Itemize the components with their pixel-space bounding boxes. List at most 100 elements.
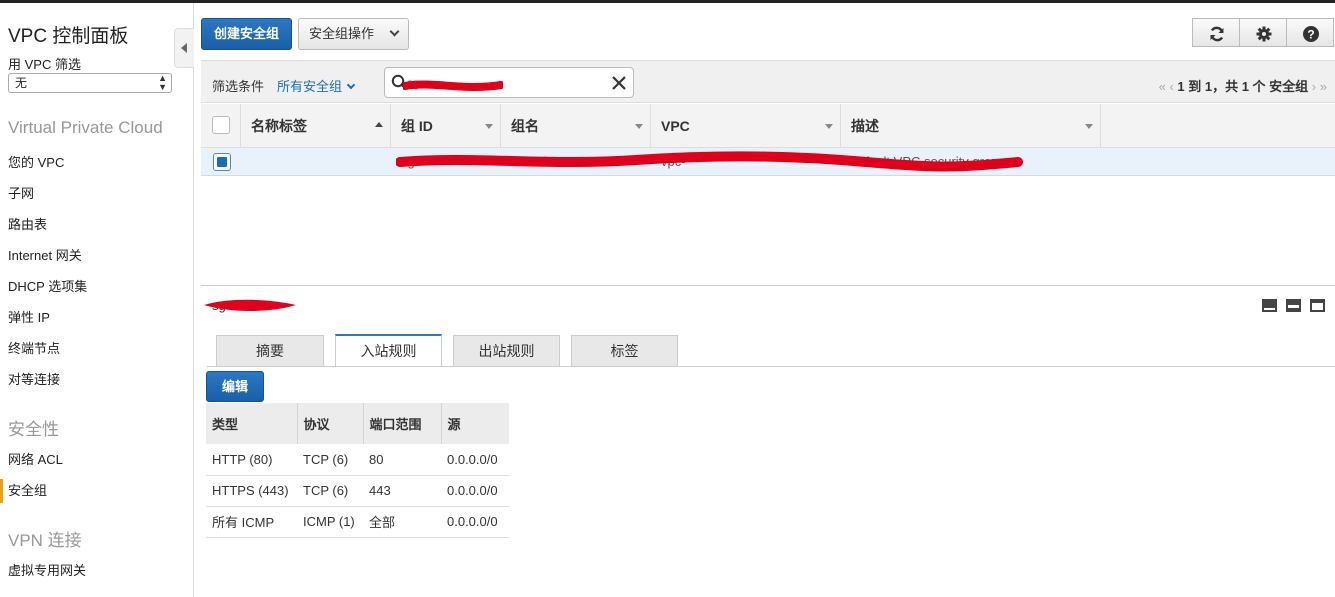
refresh-button[interactable]	[1192, 18, 1240, 47]
rule-protocol: TCP (6)	[297, 444, 363, 476]
search-value: sg-	[407, 76, 424, 90]
col-description-label: 描述	[851, 118, 879, 134]
table-header: 名称标签 组 ID 组名 VPC 描述	[201, 104, 1335, 148]
help-button[interactable]: ?	[1286, 18, 1334, 47]
search-input[interactable]: sg-	[384, 67, 634, 98]
vpc-filter-label: 用 VPC 筛选	[8, 57, 81, 72]
sidebar-item-elastic-ips[interactable]: 弹性 IP	[8, 307, 50, 326]
rule-port-range: 443	[363, 475, 441, 507]
sidebar-title[interactable]: VPC 控制面板	[8, 21, 128, 48]
svg-text:?: ?	[1307, 28, 1314, 42]
col-vpc-label: VPC	[661, 118, 690, 134]
rules-col-source: 源	[441, 403, 509, 444]
sort-icon	[1085, 124, 1093, 129]
tab-summary[interactable]: 摘要	[216, 335, 324, 366]
chevron-down-icon	[346, 80, 356, 90]
create-security-group-button[interactable]: 创建安全组	[201, 18, 292, 50]
sidebar-item-endpoints[interactable]: 终端节点	[8, 338, 60, 357]
rules-col-protocol: 协议	[297, 403, 364, 444]
tab-tags[interactable]: 标签	[571, 335, 678, 366]
cell-group-name: default	[511, 154, 551, 169]
next-page-icon[interactable]: ›	[1312, 79, 1316, 94]
rule-row: 所有 ICMP ICMP (1) 全部 0.0.0.0/0	[206, 506, 509, 538]
col-group-id-label: 组 ID	[401, 118, 433, 134]
rule-row: HTTP (80) TCP (6) 80 0.0.0.0/0	[206, 444, 509, 476]
layout-full-icon[interactable]	[1310, 299, 1325, 312]
vpc-filter-value: 无	[15, 76, 28, 90]
sidebar-item-network-acls[interactable]: 网络 ACL	[8, 449, 63, 468]
cell-description: default VPC security group	[851, 154, 1006, 169]
sidebar-item-dhcp-options[interactable]: DHCP 选项集	[8, 276, 87, 295]
detail-title: sg-	[212, 298, 231, 313]
filter-dropdown-value: 所有安全组	[277, 79, 343, 94]
cell-group-id: sg-	[401, 154, 420, 169]
sidebar-item-your-vpcs[interactable]: 您的 VPC	[8, 152, 64, 171]
last-page-icon[interactable]: »	[1320, 79, 1327, 94]
settings-button[interactable]	[1239, 18, 1287, 47]
sort-icon	[825, 124, 833, 129]
search-icon	[391, 74, 408, 91]
select-all-cell	[201, 104, 241, 148]
clear-search-icon[interactable]	[611, 75, 627, 91]
rules-col-type: 类型	[206, 403, 298, 444]
cell-vpc[interactable]: vpc-	[661, 154, 686, 169]
layout-split-icon[interactable]	[1286, 299, 1301, 312]
pagination: « ‹ 1 到 1，共 1 个 安全组 › »	[1159, 76, 1327, 95]
sort-icon	[485, 124, 493, 129]
inbound-rules-table: 类型 协议 端口范围 源 HTTP (80) TCP (6) 80 0.0.0.…	[206, 403, 509, 538]
col-description[interactable]: 描述	[841, 104, 1101, 148]
sidebar-item-peering[interactable]: 对等连接	[8, 369, 60, 388]
tab-outbound-rules[interactable]: 出站规则	[453, 335, 560, 366]
col-group-name[interactable]: 组名	[501, 104, 651, 148]
section-security: 安全性	[8, 420, 59, 439]
col-vpc[interactable]: VPC	[651, 104, 841, 148]
tab-inbound-rules[interactable]: 入站规则	[335, 334, 442, 367]
sidebar-item-vpn-gateways[interactable]: 虚拟专用网关	[8, 560, 86, 579]
col-group-id[interactable]: 组 ID	[391, 104, 501, 148]
row-checkbox[interactable]	[213, 153, 231, 171]
refresh-icon	[1210, 26, 1224, 42]
first-page-icon[interactable]: «	[1159, 79, 1166, 94]
section-vpc: Virtual Private Cloud	[8, 118, 163, 137]
vpc-filter-select[interactable]: 无 ▲ ▼	[8, 73, 172, 93]
filter-label: 筛选条件	[212, 79, 265, 94]
sidebar-item-internet-gateways[interactable]: Internet 网关	[8, 245, 82, 264]
actions-label: 安全组操作	[309, 26, 375, 41]
sidebar-item-subnets[interactable]: 子网	[8, 183, 34, 202]
rule-row: HTTPS (443) TCP (6) 443 0.0.0.0/0	[206, 475, 509, 507]
sidebar-item-route-tables[interactable]: 路由表	[8, 214, 47, 233]
col-name-tag-label: 名称标签	[251, 118, 307, 134]
rule-source: 0.0.0.0/0	[441, 444, 509, 476]
filter-bar: 筛选条件 所有安全组 sg- « ‹ 1 到 1，共 1 个 安全组 › »	[201, 60, 1335, 103]
section-vpn: VPN 连接	[8, 531, 82, 550]
rule-type: HTTP (80)	[206, 444, 297, 476]
rule-source: 0.0.0.0/0	[441, 475, 509, 507]
tab-underline	[207, 366, 1335, 367]
table-row[interactable]: sg- default vpc- default VPC security gr…	[201, 148, 1335, 176]
security-group-actions-button[interactable]: 安全组操作	[298, 18, 409, 50]
col-group-name-label: 组名	[511, 118, 539, 134]
rules-col-port-range: 端口范围	[363, 403, 442, 444]
gear-icon	[1256, 26, 1272, 42]
collapse-sidebar-button[interactable]	[174, 28, 194, 68]
col-name-tag[interactable]: 名称标签	[241, 104, 391, 148]
pane-divider[interactable]	[201, 285, 1335, 286]
main-panel: 创建安全组 安全组操作 ? 筛选条件 所有安全组 sg- « ‹ 1 到 1，共…	[200, 3, 1335, 597]
rule-type: HTTPS (443)	[206, 475, 297, 507]
rule-port-range: 全部	[363, 506, 441, 538]
rule-protocol: TCP (6)	[297, 475, 363, 507]
sort-icon	[635, 124, 643, 129]
pagination-text: 1 到 1，共 1 个 安全组	[1177, 79, 1309, 94]
sort-asc-icon	[375, 122, 383, 127]
chevron-down-icon	[389, 26, 400, 37]
layout-bottom-icon[interactable]	[1262, 299, 1277, 312]
select-arrows-icon: ▲ ▼	[158, 73, 167, 92]
edit-button[interactable]: 编辑	[206, 371, 264, 402]
select-all-checkbox[interactable]	[212, 116, 230, 134]
sidebar-item-security-groups[interactable]: 安全组	[8, 480, 47, 499]
filter-dropdown[interactable]: 所有安全组	[277, 76, 356, 95]
prev-page-icon[interactable]: ‹	[1169, 79, 1173, 94]
sidebar: VPC 控制面板 用 VPC 筛选 无 ▲ ▼ Virtual Private C…	[0, 3, 194, 597]
rule-type: 所有 ICMP	[206, 506, 297, 538]
active-indicator	[0, 479, 3, 503]
